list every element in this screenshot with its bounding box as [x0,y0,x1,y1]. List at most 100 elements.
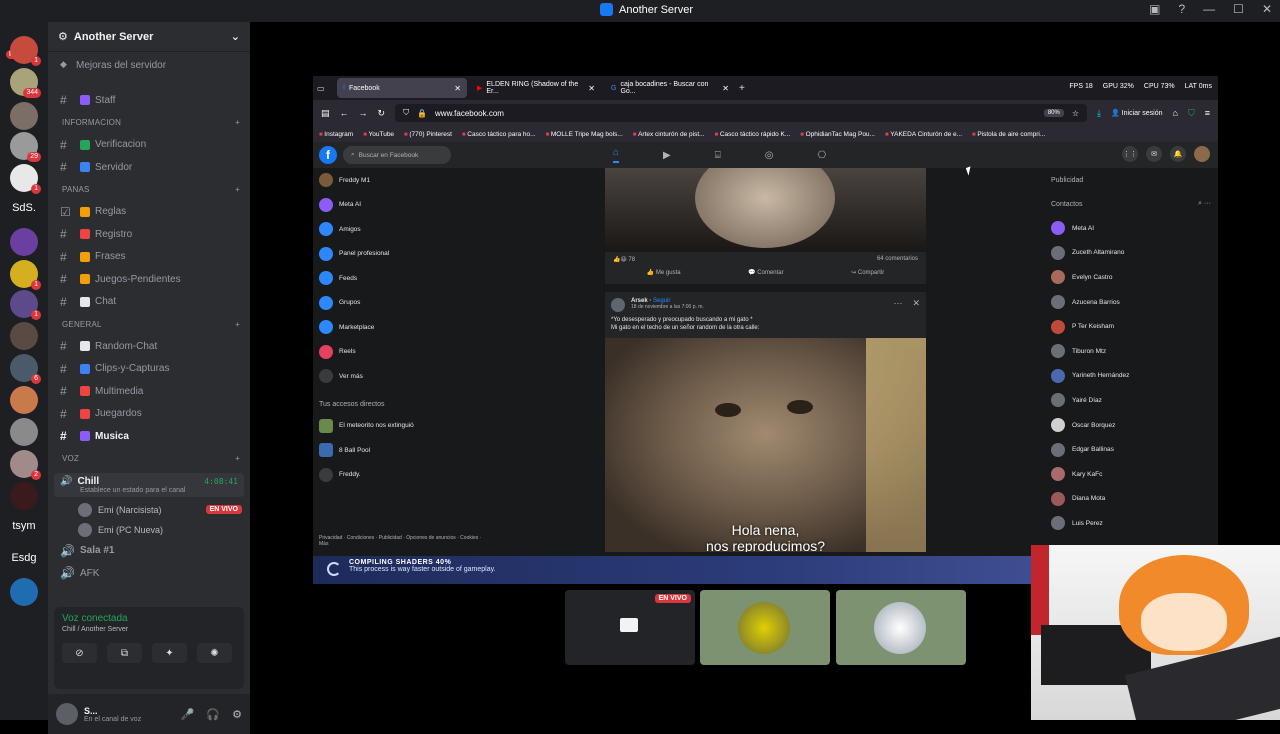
close-button[interactable]: ✕ [1262,2,1272,16]
contact[interactable]: Tiburon Mtz [1051,339,1211,364]
bookmark[interactable]: (770) Pinterest [404,131,452,138]
more-options-icon[interactable]: ··· [893,298,902,309]
server-tsym[interactable]: tsym [6,520,42,532]
close-icon[interactable]: ✕ [912,298,920,309]
server-icon[interactable] [10,322,38,350]
contact[interactable]: Zuceth Altamirano [1051,241,1211,266]
search-icon[interactable]: ⌕ [1198,200,1202,207]
close-tab-icon[interactable]: ✕ [454,84,461,93]
screen-share-button[interactable]: ⧉ [107,643,142,663]
channel-servidor[interactable]: # Servidor [48,156,250,179]
shortcut[interactable]: El meteorito nos extinguió [319,414,499,439]
tab-elden-ring[interactable]: ▶ ELDEN RING (Shadow of the Er... ✕ [471,78,601,98]
add-channel-icon[interactable]: + [235,320,240,329]
nav-see-more[interactable]: Ver más [319,364,499,389]
contact[interactable]: Diana Mota [1051,487,1211,512]
post-date[interactable]: 18 de noviembre a las 7:00 p. m. [631,304,704,310]
channel-random-chat[interactable]: # Random-Chat [48,335,250,358]
stream-tile[interactable]: EN VIVO [565,590,695,665]
voice-channel-chill[interactable]: 🔊 Chill 4:08:41 Establece un estado para… [54,472,244,497]
inbox-icon[interactable]: ▣ [1149,2,1160,16]
nav-groups[interactable]: Grupos [319,291,499,316]
channel-staff[interactable]: # Staff [48,89,250,112]
channel-verificacion[interactable]: # Verificacion [48,134,250,157]
server-icon[interactable] [10,418,38,446]
nav-pro-dashboard[interactable]: Panel profesional [319,242,499,267]
zoom-level[interactable]: 80% [1043,109,1064,117]
channel-multimedia[interactable]: # Multimedia [48,380,250,403]
messenger-icon[interactable]: ✉ [1146,146,1162,162]
bookmark[interactable]: MOLLE Tripe Mag bols... [546,131,623,138]
signin-button[interactable]: 👤 Iniciar sesión [1111,109,1163,117]
post-image-cat[interactable]: Hola nena, nos reproducimos? [605,338,926,552]
contact[interactable]: Evelyn Castro [1051,265,1211,290]
server-icon[interactable] [10,386,38,414]
contact[interactable]: Azucena Barrios [1051,290,1211,315]
new-tab-icon[interactable]: + [739,83,745,94]
microphone-icon[interactable]: 🎤 [181,708,195,721]
reload-icon[interactable]: ↻ [378,108,386,119]
bookmark[interactable]: Casco táctico rápido K... [715,131,790,138]
server-boost-link[interactable]: Mejoras del servidor [48,52,250,77]
channel-frases[interactable]: # Frases [48,246,250,269]
category-voz[interactable]: VOZ + [48,448,250,470]
menu-icon[interactable]: ≡ [1205,108,1210,118]
like-button[interactable]: 👍 Me gusta [647,269,681,276]
comment-button[interactable]: 💬 Comentar [748,269,783,276]
contact[interactable]: Kary KaFc [1051,462,1211,487]
nav-meta-ai[interactable]: Meta AI [319,193,499,218]
back-icon[interactable]: ← [340,108,349,118]
bookmark[interactable]: YouTube [363,131,395,138]
reactions-count[interactable]: 👍😆 78 [613,256,635,263]
channel-clips[interactable]: # Clips-y-Capturas [48,358,250,381]
add-channel-icon[interactable]: + [235,454,240,463]
server-icon[interactable]: 1 [10,164,41,194]
headphones-icon[interactable]: 🎧 [206,708,220,721]
bookmark[interactable]: Instagram [319,131,353,138]
video-icon[interactable]: ▶ [663,150,671,161]
participant-tile[interactable] [836,590,966,665]
close-tab-icon[interactable]: ✕ [722,84,729,93]
comments-count[interactable]: 64 comentarios [877,256,918,263]
server-icon[interactable] [10,228,38,256]
url-bar[interactable]: ⛉ 🔒 www.facebook.com 80% ☆ [395,104,1088,122]
bookmark[interactable]: Artex cinturón de pist... [633,131,704,138]
maximize-button[interactable]: ☐ [1233,2,1244,16]
server-icon[interactable]: 1 [10,36,41,66]
avatar[interactable] [611,298,625,312]
nav-profile[interactable]: Freddy M1 [319,168,499,193]
category-informacion[interactable]: INFORMACION + [48,112,250,134]
share-button[interactable]: ↪ Compartir [851,269,884,276]
home-icon[interactable]: ⌂ [613,147,620,163]
channel-reglas[interactable]: ☑ Reglas [48,201,250,224]
voice-channel-afk[interactable]: 🔊 AFK [48,562,250,585]
profile-avatar[interactable] [1194,146,1210,162]
sidebar-icon[interactable]: ▤ [321,108,330,119]
contact[interactable]: Yairé Díaz [1051,388,1211,413]
category-general[interactable]: GENERAL + [48,313,250,335]
participant-tile[interactable] [700,590,830,665]
tab-google[interactable]: Gcaja bocadines - Buscar con Go... ✕ [605,78,735,98]
facebook-logo-icon[interactable]: f [319,146,337,164]
contact[interactable]: Yarineth Hernández [1051,364,1211,389]
close-tab-icon[interactable]: ✕ [588,84,595,93]
settings-gear-icon[interactable]: ⚙ [232,708,242,721]
minimize-button[interactable]: — [1203,2,1215,16]
nav-friends[interactable]: Amigos [319,217,499,242]
nav-reels[interactable]: Reels [319,340,499,365]
category-panas[interactable]: PANAS + [48,179,250,201]
voice-status[interactable]: Establece un estado para el canal [60,487,238,494]
add-channel-icon[interactable]: + [235,118,240,127]
forward-icon[interactable]: → [359,108,368,118]
server-icon[interactable] [10,578,38,606]
voice-user[interactable]: Emi (Narcisista) EN VIVO [48,500,250,520]
server-icon[interactable]: 29 [10,132,41,162]
contact[interactable]: Luis Perez [1051,511,1211,536]
bookmark[interactable]: OphidianTac Mag Pou... [800,131,875,138]
contact[interactable]: Oscar Borquez [1051,413,1211,438]
add-channel-icon[interactable]: + [235,185,240,194]
facebook-footer[interactable]: Privacidad · Condiciones · Publicidad · … [319,535,489,547]
contact[interactable]: Edgar Ballinas [1051,437,1211,462]
soundboard-button[interactable]: ✺ [197,643,232,663]
gaming-icon[interactable]: ⎔ [817,150,826,161]
